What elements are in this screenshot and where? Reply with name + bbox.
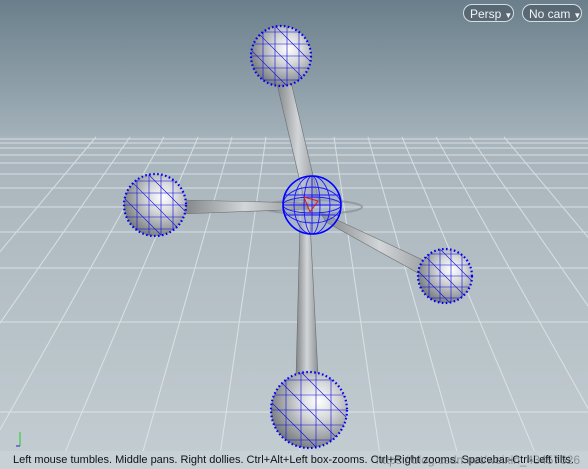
chevron-down-icon: ▼ (504, 11, 513, 20)
perspective-label: Persp (470, 7, 502, 21)
sphere-top[interactable] (249, 24, 313, 88)
scene-canvas[interactable] (0, 0, 588, 469)
sphere-bottom[interactable] (269, 370, 349, 450)
3d-viewport[interactable]: Persp ▼ No cam ▼ (0, 0, 588, 469)
watermark-text: https://blog.csdn.net/weixin_43457626 (375, 453, 580, 467)
chevron-down-icon: ▼ (573, 11, 582, 20)
camera-label: No cam (529, 7, 571, 21)
sphere-right[interactable] (416, 247, 474, 305)
center-wireframe-sphere[interactable] (282, 175, 342, 235)
camera-menu-button[interactable]: No cam ▼ (522, 4, 582, 22)
perspective-menu-button[interactable]: Persp ▼ (463, 4, 514, 22)
axis-gizmo-icon (14, 430, 24, 448)
sphere-left[interactable] (122, 172, 188, 238)
